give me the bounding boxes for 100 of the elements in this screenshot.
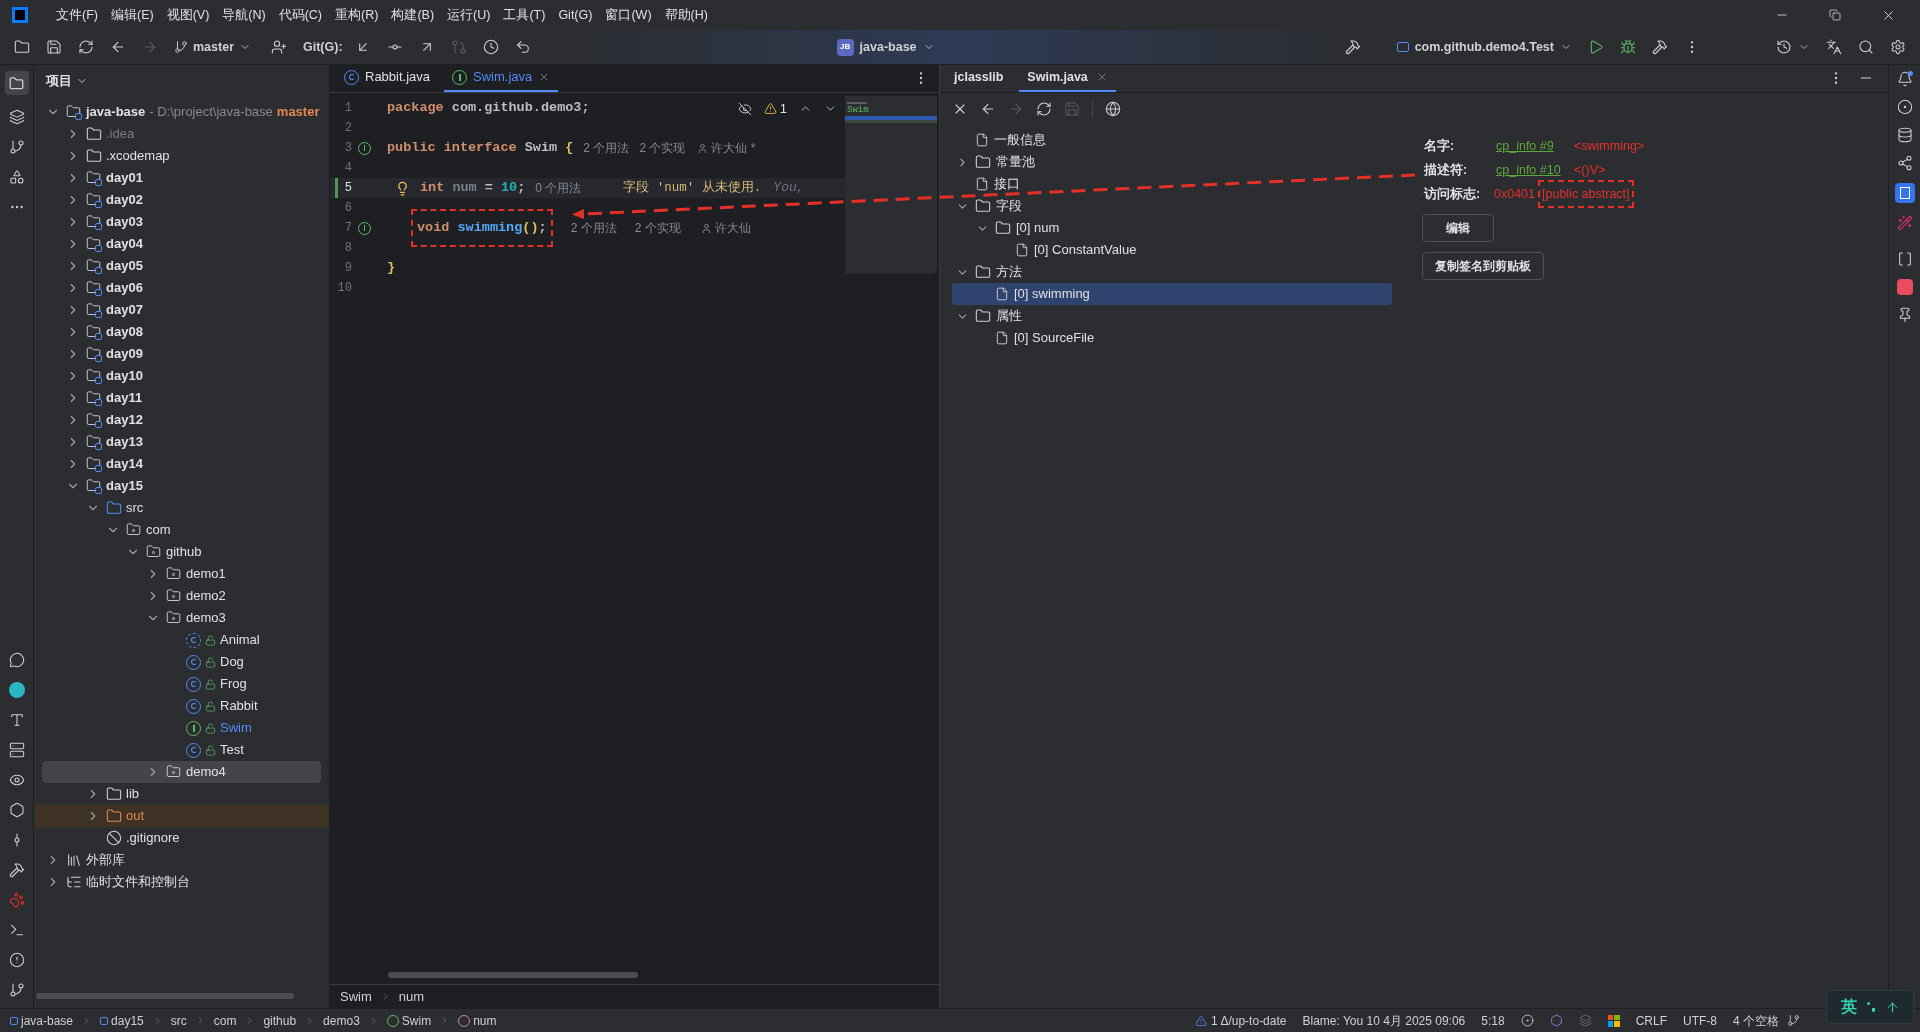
tree-item[interactable]: demo2 <box>34 585 329 607</box>
project-button[interactable]: JB java-base <box>836 37 935 57</box>
author-hint[interactable]: 许大仙 <box>714 219 751 237</box>
tree-item[interactable]: lib <box>34 783 329 805</box>
menu-item[interactable]: 窗口(W) <box>605 5 652 25</box>
tree-item[interactable]: day05 <box>34 255 329 277</box>
structure-icon[interactable] <box>8 169 25 185</box>
tree-item[interactable]: 临时文件和控制台 <box>34 871 329 893</box>
services-icon[interactable] <box>8 742 25 758</box>
menu-item[interactable]: 运行(U) <box>447 5 491 25</box>
tree-item[interactable]: Dog <box>34 651 329 673</box>
cp-info-link[interactable]: cp_info #9 <box>1496 136 1574 156</box>
indent-setting[interactable]: 4 个空格 <box>1733 1011 1779 1030</box>
tree-item[interactable]: Swim <box>34 717 329 739</box>
menu-item[interactable]: 构建(B) <box>391 5 435 25</box>
inlay-hint[interactable]: 0 个用法 <box>535 179 582 197</box>
restore-icon[interactable] <box>1829 9 1841 21</box>
tree-item[interactable]: [0] SourceFile <box>952 327 1392 349</box>
text-tool-icon[interactable] <box>8 712 25 728</box>
breadcrumb[interactable]: num <box>458 1011 497 1030</box>
eye-icon[interactable] <box>8 772 25 788</box>
chat-icon[interactable] <box>8 652 25 668</box>
tree-item[interactable]: day11 <box>34 387 329 409</box>
menu-item[interactable]: 导航(N) <box>222 5 266 25</box>
jclasslib-tool-icon[interactable] <box>1894 183 1915 203</box>
scrollbar[interactable] <box>388 972 638 978</box>
breadcrumb[interactable]: java-base <box>10 1011 74 1030</box>
warning-count[interactable]: 1 <box>763 99 787 119</box>
back-icon[interactable] <box>980 101 996 117</box>
punctuation-icon[interactable] <box>1866 1002 1875 1012</box>
line-separator[interactable]: CRLF <box>1635 1011 1667 1030</box>
build-icon[interactable] <box>1344 39 1361 55</box>
action-button[interactable]: 复制签名到剪贴板 <box>1422 252 1544 280</box>
tree-item[interactable]: [0] ConstantValue <box>952 239 1392 261</box>
author-hint[interactable]: 许大仙 * <box>711 139 756 157</box>
triangle-icon[interactable] <box>1195 1014 1208 1027</box>
breadcrumb[interactable]: day15 <box>100 1011 144 1030</box>
profiler-icon[interactable] <box>1776 39 1792 55</box>
open-folder-icon[interactable] <box>14 39 30 55</box>
build-icon[interactable] <box>1652 39 1668 55</box>
encoding[interactable]: UTF-8 <box>1683 1011 1717 1030</box>
shift-icon[interactable] <box>1884 999 1900 1015</box>
tree-item[interactable]: day02 <box>34 189 329 211</box>
tree-item[interactable]: out <box>34 805 329 827</box>
menu-item[interactable]: 重构(R) <box>335 5 379 25</box>
notifications-icon[interactable] <box>1896 71 1913 87</box>
tree-item[interactable]: Animal <box>34 629 329 651</box>
menu-item[interactable]: Git(G) <box>558 5 593 25</box>
inlay-hint[interactable]: 2 个用法 <box>583 139 630 157</box>
sync-icon[interactable] <box>78 39 94 55</box>
menu-item[interactable]: 编辑(E) <box>110 5 154 25</box>
tree-item[interactable]: day12 <box>34 409 329 431</box>
tree-item[interactable]: .gitignore <box>34 827 329 849</box>
tree-item[interactable]: 常量池 <box>952 151 1392 173</box>
history-icon[interactable] <box>482 39 499 55</box>
debug-icon[interactable] <box>1620 39 1636 55</box>
menu-item[interactable]: 视图(V) <box>166 5 210 25</box>
tree-item[interactable]: day09 <box>34 343 329 365</box>
panel-tab[interactable]: jclasslib <box>946 64 1012 92</box>
translate-icon[interactable] <box>1826 39 1842 55</box>
tree-item[interactable]: demo1 <box>34 563 329 585</box>
tree-item[interactable]: day07 <box>34 299 329 321</box>
vcs-icon[interactable] <box>8 982 25 998</box>
ime-toolbar[interactable]: 英 <box>1826 990 1914 1024</box>
inlay-hint[interactable]: 2 个实现 <box>634 219 681 237</box>
brackets-icon[interactable] <box>1896 251 1913 267</box>
tree-item[interactable]: com <box>34 519 329 541</box>
minimap[interactable]: Swim <box>845 96 937 274</box>
tree-item[interactable]: 字段 <box>952 195 1392 217</box>
refresh-icon[interactable] <box>1036 101 1052 117</box>
tree-item[interactable]: Rabbit <box>34 695 329 717</box>
run-icon[interactable] <box>1588 39 1604 55</box>
tree-item[interactable]: day06 <box>34 277 329 299</box>
magic-icon[interactable] <box>1896 215 1913 231</box>
breadcrumb[interactable]: com <box>213 1011 237 1030</box>
tree-item[interactable]: Test <box>34 739 329 761</box>
tree-item[interactable]: src <box>34 497 329 519</box>
tree-item[interactable]: day14 <box>34 453 329 475</box>
terminal-icon[interactable] <box>8 922 25 938</box>
menu-item[interactable]: 工具(T) <box>503 5 546 25</box>
project-tool-icon[interactable] <box>4 71 29 95</box>
panel-tab[interactable]: Swim.java <box>1019 64 1116 92</box>
tree-item[interactable]: github <box>34 541 329 563</box>
action-button[interactable]: 编辑 <box>1422 214 1494 242</box>
tree-item[interactable]: demo3 <box>34 607 329 629</box>
inlay-hint[interactable]: 2 个用法 <box>570 219 617 237</box>
tree-item[interactable]: day15 <box>34 475 329 497</box>
menu-item[interactable]: 文件(F) <box>56 5 98 25</box>
inlay-hint[interactable]: 2 个实现 <box>639 139 686 157</box>
database-icon[interactable] <box>1896 127 1913 143</box>
app-logo-icon[interactable] <box>12 7 28 23</box>
tree-item[interactable]: .xcodemap <box>34 145 329 167</box>
vcs-status[interactable]: 1 Δ/up-to-date <box>1195 1011 1287 1030</box>
cp-info-link[interactable]: cp_info #10 <box>1496 160 1574 180</box>
breadcrumb[interactable]: github <box>263 1011 297 1030</box>
tree-item[interactable]: 方法 <box>952 261 1392 283</box>
breadcrumb[interactable]: Swim <box>386 1011 432 1030</box>
breadcrumb[interactable]: demo3 <box>323 1011 360 1030</box>
ime-mode[interactable]: 英 <box>1840 995 1857 1019</box>
run-config-button[interactable]: com.github.demo4.Test <box>1396 37 1572 57</box>
